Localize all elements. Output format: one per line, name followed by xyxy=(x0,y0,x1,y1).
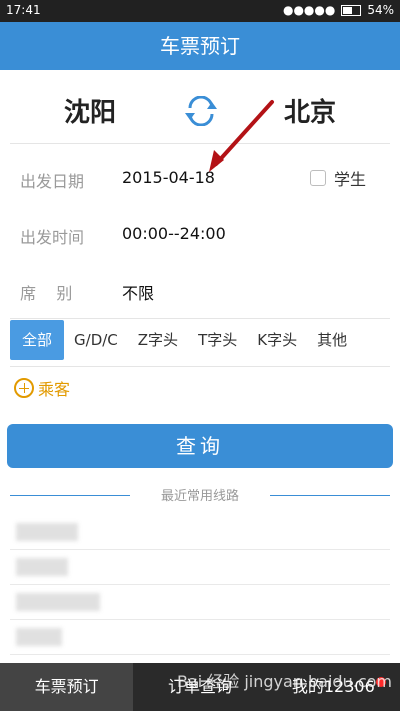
time-label: 出发时间 xyxy=(20,228,85,247)
recent-routes-list xyxy=(0,515,400,660)
train-type-filters: 全部 G/D/C Z字头 T字头 K字头 其他 xyxy=(10,320,390,360)
signal-icon: ●●●●● xyxy=(282,3,336,17)
add-passenger-button[interactable]: 乘客 xyxy=(14,376,70,400)
passenger-label: 乘客 xyxy=(38,380,71,399)
city-selector: 沈阳 北京 xyxy=(0,70,400,142)
list-item[interactable] xyxy=(10,585,390,620)
plus-circle-icon xyxy=(14,378,34,398)
student-checkbox[interactable]: 学生 xyxy=(309,166,366,190)
filter-other[interactable]: 其他 xyxy=(307,320,357,360)
recent-routes-title: 最近常用线路 xyxy=(10,485,390,505)
seat-label: 席 别 xyxy=(20,284,73,303)
tab-booking[interactable]: 车票预订 xyxy=(0,663,134,711)
list-item[interactable] xyxy=(10,515,390,550)
date-row[interactable]: 出发日期 2015-04-18 学生 xyxy=(0,150,400,206)
filter-all[interactable]: 全部 xyxy=(10,320,65,360)
filter-gdc[interactable]: G/D/C xyxy=(64,320,128,360)
seat-row[interactable]: 席 别 不限 xyxy=(0,262,400,318)
from-city[interactable]: 沈阳 xyxy=(64,92,116,129)
date-value[interactable]: 2015-04-18 xyxy=(122,168,215,187)
swap-icon[interactable] xyxy=(184,96,218,126)
status-bar: 17:41 ●●●●● 54% xyxy=(0,0,400,22)
battery-text: 54% xyxy=(367,3,394,17)
list-item[interactable] xyxy=(10,620,390,655)
status-time: 17:41 xyxy=(6,3,41,17)
divider xyxy=(10,143,390,144)
query-button[interactable]: 查询 xyxy=(7,424,393,468)
divider xyxy=(10,318,390,319)
to-city[interactable]: 北京 xyxy=(284,92,336,129)
time-value[interactable]: 00:00--24:00 xyxy=(122,224,226,243)
status-right: ●●●●● 54% xyxy=(283,3,394,17)
filter-z[interactable]: Z字头 xyxy=(128,320,188,360)
seat-value[interactable]: 不限 xyxy=(122,280,154,304)
checkbox-icon[interactable] xyxy=(309,170,326,186)
list-item[interactable] xyxy=(10,550,390,585)
time-row[interactable]: 出发时间 00:00--24:00 xyxy=(0,206,400,262)
watermark: Bai 经验 jingyan.baidu.com xyxy=(176,672,392,691)
filter-t[interactable]: T字头 xyxy=(188,320,247,360)
battery-icon xyxy=(341,4,362,16)
page-header: 车票预订 xyxy=(0,22,400,70)
divider xyxy=(10,366,390,367)
date-label: 出发日期 xyxy=(20,172,85,191)
student-label: 学生 xyxy=(333,170,366,189)
filter-k[interactable]: K字头 xyxy=(247,320,307,360)
